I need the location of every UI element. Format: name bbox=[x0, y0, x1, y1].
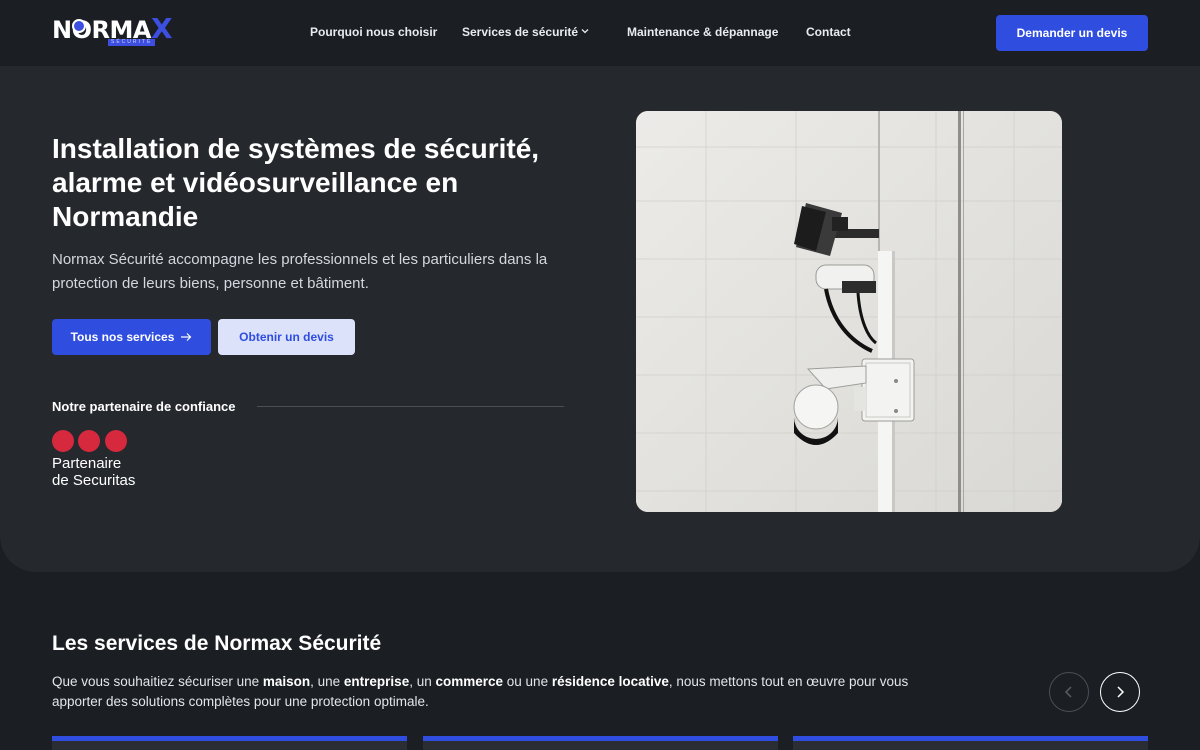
chevron-right-icon bbox=[1117, 686, 1125, 698]
securitas-dot bbox=[78, 430, 100, 452]
service-card[interactable] bbox=[52, 736, 407, 750]
services-description: Que vous souhaitiez sécuriser une maison… bbox=[52, 672, 912, 712]
partner-divider bbox=[257, 406, 564, 407]
chevron-down-icon[interactable] bbox=[580, 26, 590, 36]
desc-keyword-shop: commerce bbox=[435, 674, 504, 689]
all-services-button[interactable]: Tous nos services bbox=[52, 319, 211, 355]
get-quote-button[interactable]: Obtenir un devis bbox=[218, 319, 355, 355]
all-services-label: Tous nos services bbox=[70, 330, 175, 344]
nav-contact[interactable]: Contact bbox=[806, 25, 851, 39]
securitas-line-1: Partenaire bbox=[52, 455, 122, 472]
arrow-right-icon bbox=[181, 333, 192, 341]
desc-keyword-business: entreprise bbox=[343, 674, 410, 689]
carousel-next-button[interactable] bbox=[1100, 672, 1140, 712]
service-card[interactable] bbox=[423, 736, 778, 750]
request-quote-button[interactable]: Demander un devis bbox=[996, 15, 1148, 51]
services-title: Les services de Normax Sécurité bbox=[52, 632, 382, 655]
nav-why-choose-us[interactable]: Pourquoi nous choisir bbox=[310, 25, 437, 39]
desc-text: Que vous souhaitiez sécuriser une bbox=[52, 674, 263, 689]
securitas-partner-text: Partenaire de Securitas bbox=[52, 455, 135, 489]
hero-cctv-image bbox=[636, 111, 1062, 512]
service-card[interactable] bbox=[793, 736, 1148, 750]
desc-keyword-rental: résidence locative bbox=[551, 674, 669, 689]
carousel-prev-button[interactable] bbox=[1049, 672, 1089, 712]
securitas-line-2: de Securitas bbox=[52, 472, 136, 489]
nav-security-services[interactable]: Services de sécurité bbox=[462, 25, 578, 39]
site-header: NORMAX SÉCURITÉ Pourquoi nous choisir Se… bbox=[0, 0, 1200, 66]
securitas-dot bbox=[52, 430, 74, 452]
cctv-cameras-illustration bbox=[636, 111, 1062, 512]
securitas-dot bbox=[105, 430, 127, 452]
desc-keyword-home: maison bbox=[262, 674, 311, 689]
desc-text: ou une bbox=[503, 674, 552, 689]
chevron-left-icon bbox=[1064, 686, 1072, 698]
nav-maintenance[interactable]: Maintenance & dépannage bbox=[627, 25, 778, 39]
hero-description: Normax Sécurité accompagne les professio… bbox=[52, 251, 548, 292]
desc-text: , une bbox=[310, 674, 344, 689]
partner-label: Notre partenaire de confiance bbox=[52, 399, 236, 414]
desc-text: , un bbox=[409, 674, 436, 689]
hero-title: Installation de systèmes de sécurité, al… bbox=[52, 133, 540, 232]
securitas-logo-icon bbox=[52, 430, 128, 452]
